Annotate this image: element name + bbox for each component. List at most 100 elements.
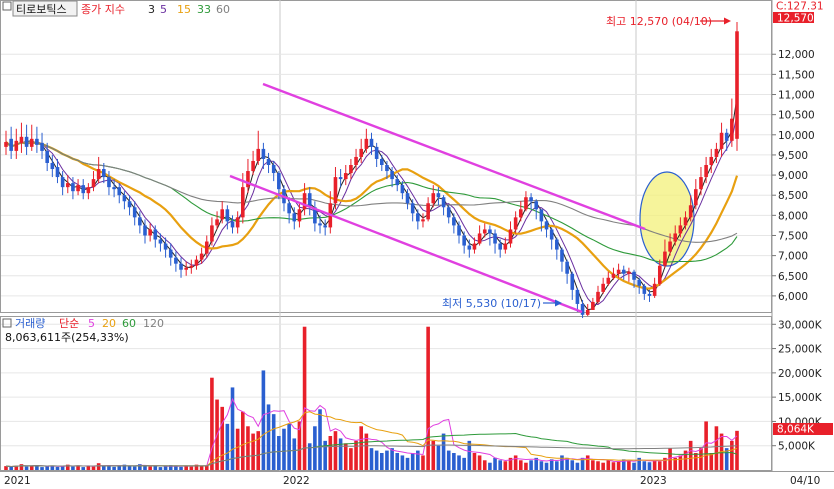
candle-body <box>529 197 533 202</box>
candle-body <box>302 193 307 210</box>
volume-ma20-legend: 20 <box>102 317 116 330</box>
price-tick-label: 10,500 <box>778 110 815 122</box>
candle-body <box>374 146 379 159</box>
volume-bar <box>405 457 410 470</box>
volume-bar <box>591 460 595 470</box>
candle-body <box>524 197 528 210</box>
volume-bar <box>292 438 297 470</box>
volume-bar <box>524 462 528 470</box>
legend-ma33: 33 <box>197 3 211 16</box>
volume-bar <box>441 433 446 470</box>
legend-ma3: 3 <box>148 3 155 16</box>
candle-body <box>168 249 173 258</box>
volume-bar <box>163 466 168 470</box>
candle-body <box>488 229 492 234</box>
candle-body <box>699 177 703 190</box>
candle-body <box>534 201 539 210</box>
candle-body <box>704 165 708 178</box>
candle-body <box>467 245 472 250</box>
x-label-2021: 2021 <box>4 475 31 487</box>
candle-body <box>19 136 24 143</box>
volume-bar <box>266 404 271 470</box>
candle-body <box>379 158 384 165</box>
volume-bar <box>395 453 400 470</box>
volume-bar <box>256 431 261 470</box>
candle-body <box>637 279 641 286</box>
candle-body <box>709 156 714 165</box>
volume-bar <box>570 460 575 470</box>
volume-bar <box>261 370 266 470</box>
candle-body <box>199 253 204 260</box>
volume-bar <box>482 460 487 470</box>
volume-bar <box>277 436 281 470</box>
candle-body <box>55 167 60 178</box>
candle-body <box>333 177 338 204</box>
candle-body <box>107 177 111 188</box>
volume-bar <box>251 433 255 470</box>
stock-chart: 12,000 11,500 11,000 10,500 10,000 9,500 9,000… <box>0 0 834 489</box>
volume-bar <box>359 426 364 470</box>
candle-body <box>9 138 13 151</box>
volume-bar <box>709 453 714 470</box>
price-tick-label: 7,000 <box>778 251 808 263</box>
volume-bar <box>282 428 286 470</box>
price-tick-label: 9,500 <box>778 150 808 162</box>
volume-bar <box>513 455 518 470</box>
volume-bar <box>632 462 636 470</box>
volume-bar <box>421 455 425 470</box>
volume-bar <box>45 466 49 470</box>
candle-body <box>570 273 575 290</box>
volume-bar <box>199 466 204 470</box>
candle-body <box>261 148 266 159</box>
candle-body <box>174 257 178 264</box>
candle-body <box>225 209 230 222</box>
volume-bar <box>40 467 44 470</box>
volume-bar <box>699 448 703 470</box>
current-value-label: C:127.31 <box>776 1 824 13</box>
volume-last-value: 8,063,611주(254,33%) <box>5 331 129 344</box>
volume-bar <box>246 426 250 470</box>
candle-body <box>194 259 199 266</box>
volume-tick-label: 20,000K <box>778 368 823 380</box>
volume-bar <box>189 466 194 470</box>
candle-body <box>657 265 662 284</box>
volume-bar <box>29 465 34 470</box>
volume-bar <box>606 460 611 470</box>
volume-bar <box>477 455 482 470</box>
volume-bar <box>374 450 379 470</box>
candle-body <box>591 301 595 310</box>
volume-bar <box>338 438 343 470</box>
candle-body <box>297 209 302 222</box>
price-tick-label: 8,500 <box>778 190 808 202</box>
volume-bar <box>652 460 657 470</box>
candle-body <box>549 229 554 240</box>
candle-body <box>153 229 158 240</box>
volume-bar <box>611 462 616 470</box>
volume-ma-label: 단순 <box>59 317 79 330</box>
candle-body <box>719 132 724 149</box>
candle-body <box>117 187 122 196</box>
candle-body <box>86 187 91 194</box>
candle-body <box>343 173 348 180</box>
volume-bar <box>493 457 497 470</box>
volume-bar <box>107 466 111 470</box>
volume-bar <box>354 440 358 470</box>
candle-body <box>477 233 482 244</box>
candle-body <box>431 193 436 204</box>
candle-body <box>410 203 415 214</box>
volume-bar <box>235 428 240 470</box>
candle-body <box>122 195 127 202</box>
candle-body <box>230 221 235 228</box>
candle-body <box>323 225 327 228</box>
volume-bar <box>71 466 75 470</box>
volume-bar <box>472 453 477 470</box>
candle-body <box>338 177 343 180</box>
volume-bar <box>19 464 24 470</box>
candle-body <box>29 138 34 147</box>
volume-bar <box>313 426 317 470</box>
legend-ma5: 5 <box>160 3 167 16</box>
candle-body <box>663 251 667 266</box>
candle-body <box>277 173 281 190</box>
volume-tick-label: 30,000K <box>778 319 823 331</box>
candle-body <box>349 165 353 174</box>
